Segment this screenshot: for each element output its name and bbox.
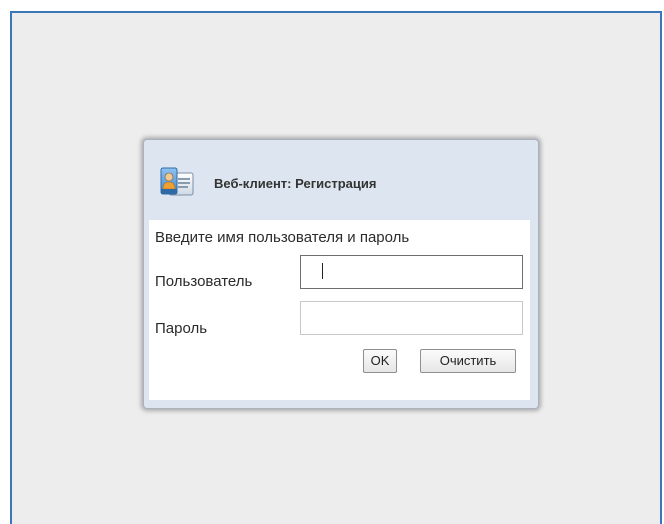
dialog-title-bar: Веб-клиент: Регистрация [144, 140, 538, 219]
ok-button[interactable]: OK [363, 349, 397, 373]
login-prompt: Введите имя пользователя и пароль [155, 229, 410, 246]
password-input[interactable] [300, 301, 523, 335]
web-client-frame: Веб-клиент: Регистрация Введите имя поль… [10, 11, 662, 524]
text-caret [322, 263, 323, 279]
login-form: Введите имя пользователя и пароль Пользо… [149, 220, 530, 400]
username-input[interactable] [300, 255, 523, 289]
login-dialog: Веб-клиент: Регистрация Введите имя поль… [143, 139, 539, 409]
dialog-title: Веб-клиент: Регистрация [214, 176, 377, 191]
clear-button[interactable]: Очистить [420, 349, 516, 373]
user-card-icon [160, 167, 194, 198]
password-label: Пароль [155, 320, 208, 337]
username-label: Пользователь [155, 273, 253, 290]
